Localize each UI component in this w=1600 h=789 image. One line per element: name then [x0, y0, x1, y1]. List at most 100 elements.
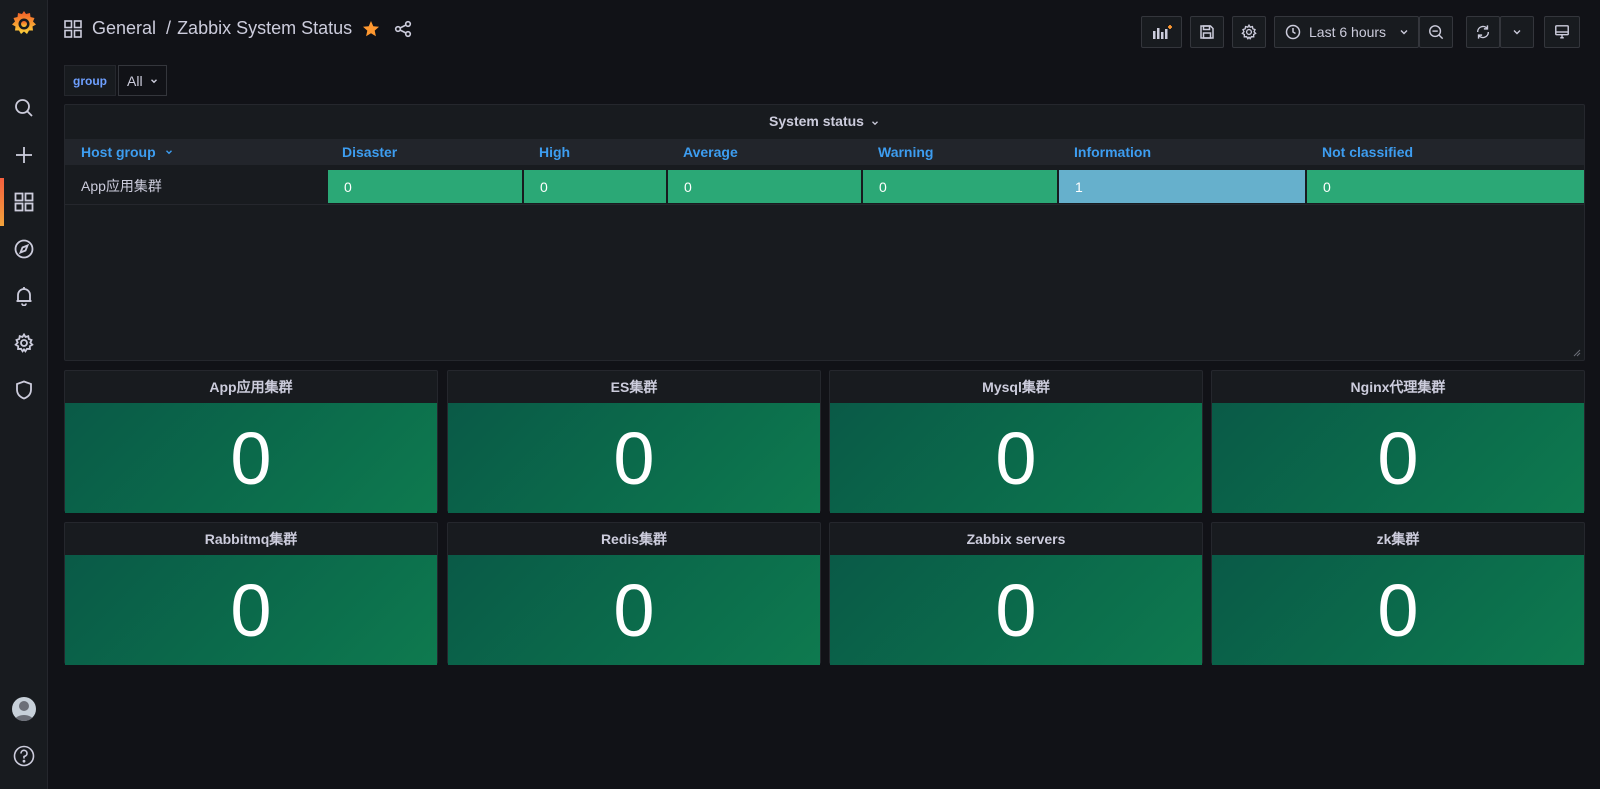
stat-value: 0 [613, 416, 655, 500]
table-header: Host group Disaster High Average Warning… [65, 139, 1584, 165]
zoom-out-icon [1429, 25, 1444, 40]
dashboard-settings-button[interactable] [1232, 16, 1266, 48]
time-range-label: Last 6 hours [1309, 24, 1387, 40]
stat-body: 0 [448, 555, 820, 665]
variable-label-group: group [64, 65, 116, 96]
dashboard-navbar: General / Zabbix System Status Last 6 ho… [48, 0, 1600, 64]
panel-title[interactable]: Zabbix servers [830, 523, 1202, 555]
stat-body: 0 [448, 403, 820, 513]
stat-body: 0 [830, 403, 1202, 513]
help-button[interactable] [0, 736, 48, 776]
user-icon [14, 701, 34, 721]
explore-button[interactable] [0, 229, 48, 269]
save-dashboard-button[interactable] [1190, 16, 1224, 48]
stat-panel-zk: zk集群 0 [1211, 522, 1585, 665]
dashboards-button[interactable] [0, 178, 48, 226]
add-panel-button[interactable] [1141, 16, 1182, 48]
resize-handle-icon[interactable] [1573, 349, 1581, 357]
column-header-label: Host group [81, 144, 156, 160]
sort-chevron-icon [165, 150, 172, 155]
chevron-down-icon [872, 120, 878, 125]
refresh-icon [1476, 25, 1490, 39]
user-avatar[interactable] [12, 697, 36, 721]
gear-icon [1241, 24, 1257, 40]
column-header-information[interactable]: Information [1074, 139, 1151, 165]
chevron-down-icon [150, 78, 157, 83]
column-header-warning[interactable]: Warning [878, 139, 933, 165]
alerting-icon [16, 287, 32, 306]
stat-value: 0 [230, 416, 272, 500]
stat-value: 0 [230, 568, 272, 652]
monitor-icon [1555, 25, 1569, 39]
information-cell: 1 [1059, 170, 1305, 203]
dashboards-icon [14, 192, 34, 212]
panel-title[interactable]: ES集群 [448, 371, 820, 403]
time-picker-button[interactable]: Last 6 hours [1274, 16, 1419, 48]
help-icon [13, 745, 35, 767]
chevron-down-icon [1400, 30, 1408, 35]
stat-panel-mysql: Mysql集群 0 [829, 370, 1203, 513]
stat-value: 0 [995, 416, 1037, 500]
stat-value: 0 [1377, 568, 1419, 652]
panel-title[interactable]: Rabbitmq集群 [65, 523, 437, 555]
disaster-cell: 0 [328, 170, 522, 203]
stat-panel-redis: Redis集群 0 [447, 522, 821, 665]
create-button[interactable] [0, 135, 48, 175]
stat-body: 0 [65, 555, 437, 665]
system-status-panel: System status Host group Disaster High A… [64, 104, 1585, 361]
variable-value: All [127, 72, 143, 89]
sidebar [0, 0, 48, 789]
column-header-disaster[interactable]: Disaster [342, 139, 397, 165]
panel-title[interactable]: Nginx代理集群 [1212, 371, 1584, 403]
refresh-button[interactable] [1466, 16, 1500, 48]
panel-header[interactable]: System status [65, 105, 1584, 137]
save-icon [1200, 25, 1214, 39]
panel-title[interactable]: App应用集群 [65, 371, 437, 403]
zoom-out-button[interactable] [1419, 16, 1453, 48]
server-admin-icon [16, 380, 32, 400]
stat-panel-zabbix-servers: Zabbix servers 0 [829, 522, 1203, 665]
star-icon[interactable] [362, 20, 380, 38]
refresh-interval-dropdown[interactable] [1500, 16, 1534, 48]
stat-body: 0 [65, 403, 437, 513]
stat-value: 0 [995, 568, 1037, 652]
stat-body: 0 [1212, 403, 1584, 513]
stat-panel-es: ES集群 0 [447, 370, 821, 513]
column-header-not-classified[interactable]: Not classified [1322, 139, 1413, 165]
grafana-logo-icon[interactable] [9, 9, 39, 39]
search-button[interactable] [0, 88, 48, 128]
stat-panel-rabbitmq: Rabbitmq集群 0 [64, 522, 438, 665]
add-panel-icon [1152, 25, 1172, 39]
dashboard-title[interactable]: Zabbix System Status [177, 18, 352, 39]
panel-title[interactable]: Redis集群 [448, 523, 820, 555]
column-header-host-group[interactable]: Host group [81, 139, 174, 165]
configuration-button[interactable] [0, 323, 48, 363]
high-cell: 0 [524, 170, 666, 203]
panel-title[interactable]: Mysql集群 [830, 371, 1202, 403]
average-cell: 0 [668, 170, 861, 203]
panel-title[interactable]: zk集群 [1212, 523, 1584, 555]
stat-body: 0 [830, 555, 1202, 665]
plus-icon [16, 147, 32, 163]
breadcrumb-folder[interactable]: General [92, 18, 156, 39]
column-header-high[interactable]: High [539, 139, 570, 165]
stat-value: 0 [1377, 416, 1419, 500]
variable-select-group[interactable]: All [118, 65, 167, 96]
warning-cell: 0 [863, 170, 1057, 203]
alerting-button[interactable] [0, 276, 48, 316]
column-header-average[interactable]: Average [683, 139, 738, 165]
stat-body: 0 [1212, 555, 1584, 665]
not-classified-cell: 0 [1307, 170, 1584, 203]
server-admin-button[interactable] [0, 370, 48, 410]
breadcrumb: General / Zabbix System Status [64, 18, 412, 39]
explore-icon [14, 239, 34, 259]
stat-value: 0 [613, 568, 655, 652]
cycle-view-mode-button[interactable] [1544, 16, 1580, 48]
chevron-down-icon [1513, 30, 1521, 35]
dashboards-grid-icon [64, 19, 82, 38]
breadcrumb-separator: / [166, 18, 172, 38]
host-group-cell: App应用集群 [81, 178, 162, 194]
stat-panel-app: App应用集群 0 [64, 370, 438, 513]
share-icon[interactable] [394, 20, 412, 38]
clock-icon [1285, 24, 1301, 40]
